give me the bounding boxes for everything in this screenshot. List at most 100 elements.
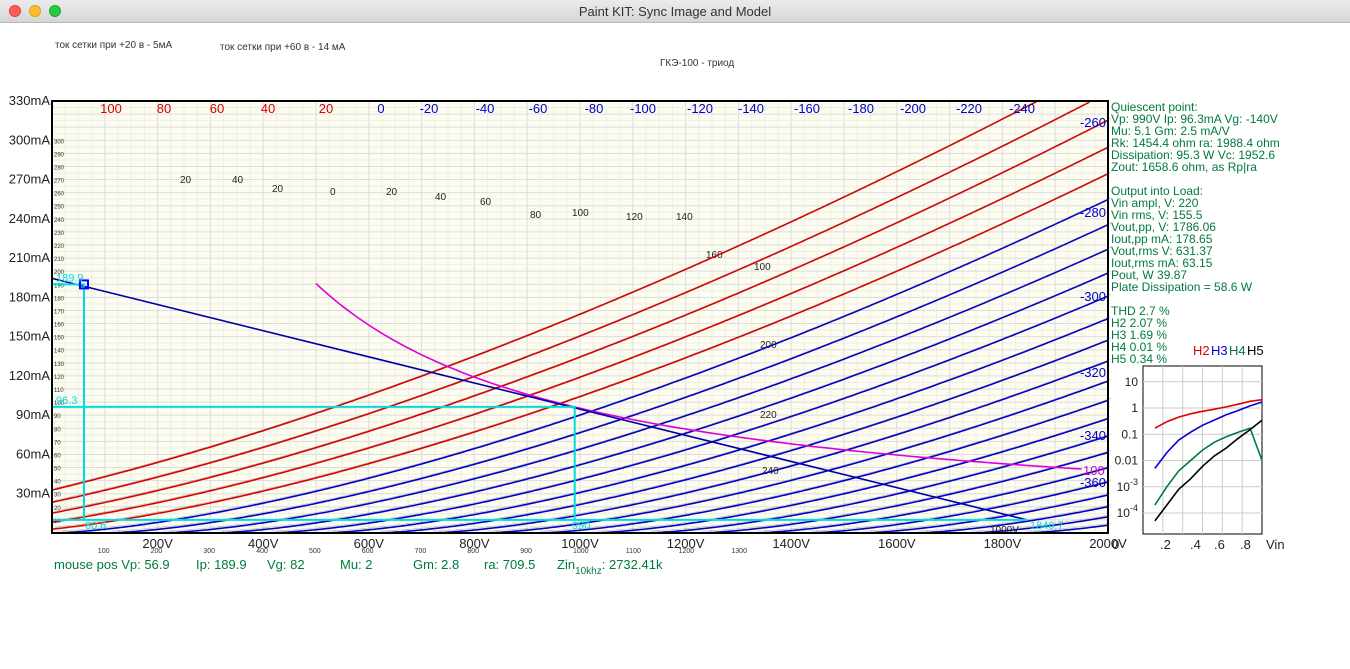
harmonics-x-tick: 0 [1112, 537, 1119, 552]
scan-vg-label: 20 [180, 175, 192, 186]
mouse-gm: Gm: 2.8 [413, 557, 459, 572]
scan-x-tick-label: 700 [415, 548, 427, 555]
x-tick-label: 200V [142, 536, 173, 551]
curve-label-negative: -320 [1080, 365, 1106, 380]
curve-label-negative: -100 [630, 101, 656, 116]
scan-x-tick-label: 500 [309, 548, 321, 555]
scan-vg-label: 40 [232, 175, 244, 186]
scan-x-tick-label: 100 [98, 548, 110, 555]
curve-label-negative: -360 [1080, 475, 1106, 490]
harmonics-y-tick: 0.01 [1115, 454, 1139, 468]
plate-characteristics-chart[interactable]: ток сетки при +20 в - 5мА ток сетки при … [0, 22, 1350, 669]
harmonics-x-tick: .2 [1160, 537, 1171, 552]
scan-y-tick-label: 160 [54, 323, 65, 329]
scan-y-tick-label: 150 [54, 336, 65, 342]
scan-y-tick-label: 120 [54, 375, 65, 381]
x-tick-label: 1600V [878, 536, 916, 551]
mouse-position-readout: mouse pos Vp: 56.9 Ip: 189.9 Vg: 82 Mu: … [54, 557, 663, 577]
scan-y-tick-label: 110 [54, 388, 64, 394]
x-tick-label: 400V [248, 536, 279, 551]
x-tick-label: 600V [354, 536, 385, 551]
harmonics-x-tick: .6 [1214, 537, 1225, 552]
y-tick-label: 90mA [16, 407, 50, 422]
mouse-zin: Zin10khz: 2732.41k [557, 557, 663, 577]
scan-y-tick-label: 80 [54, 427, 61, 433]
harmonic-legend-h3: H3 [1211, 343, 1228, 358]
mouse-zin-label: Zin [557, 557, 575, 572]
harmonics-y-tick: 10 [1125, 375, 1139, 389]
scan-y-tick-label: 130 [54, 362, 65, 368]
y-tick-label: 210mA [9, 250, 51, 265]
y-tick-label: 300mA [9, 132, 51, 147]
info-panel: Quiescent point:Vp: 990V Ip: 96.3mA Vg: … [1111, 100, 1280, 366]
grid-current-note-1: ток сетки при +20 в - 5мА [55, 40, 172, 51]
scan-y-tick-label: 40 [54, 480, 61, 486]
scan-x-tick-label: 300 [203, 548, 215, 555]
scan-x-tick-label: 900 [520, 548, 532, 555]
scan-x-tick-label: 1300 [731, 548, 747, 555]
cursor-label-ip2: 96.3 [56, 395, 77, 407]
scan-y-tick-label: 290 [54, 152, 65, 158]
tube-name: ГКЭ-100 - триод [660, 58, 734, 69]
curve-label-negative: -140 [738, 101, 764, 116]
harmonics-y-tick: 0.1 [1121, 427, 1138, 441]
y-tick-label: 180mA [9, 289, 51, 304]
scan-y-tick-label: 60 [54, 453, 61, 459]
curve-label-negative: -220 [956, 101, 982, 116]
scan-y-tick-label: 300 [54, 139, 65, 145]
harmonics-chart: H2 H3 H4 H5 10 1 0.1 0.01 10-3 10-4 0 .2 .4 .6 .8 Vin [1112, 343, 1285, 552]
y-tick-label: 270mA [9, 172, 51, 187]
cursor-label-vp1: 60.6 [85, 520, 106, 532]
scan-y-tick-label: 50 [54, 467, 61, 473]
scan-y-tick-label: 170 [54, 309, 65, 315]
y-tick-label: 30mA [16, 486, 50, 501]
curve-label-negative: -300 [1080, 289, 1106, 304]
scan-x-tick-label: 1100 [626, 548, 641, 555]
harmonics-y-tick: 10-4 [1117, 503, 1138, 520]
scan-y-tick-label: 230 [54, 231, 65, 237]
y-tick-label: 60mA [16, 446, 50, 461]
cursor-label-ip: 189.9 [56, 272, 84, 284]
scan-y-tick-label: 30 [54, 493, 61, 499]
mouse-vp: mouse pos Vp: 56.9 [54, 557, 170, 572]
scan-y-tick-label: 270 [54, 179, 65, 185]
scan-y-tick-label: 220 [54, 244, 65, 250]
harmonic-legend-h2: H2 [1193, 343, 1210, 358]
scan-y-tick-label: 280 [54, 165, 65, 171]
curve-label-negative: -40 [476, 101, 495, 116]
curve-label-positive: 80 [157, 101, 171, 116]
scan-y-tick-label: 210 [54, 257, 65, 263]
harmonics-x-tick: .4 [1190, 537, 1201, 552]
scan-y-tick-label: 140 [54, 349, 65, 355]
curve-label-negative: -200 [900, 101, 926, 116]
curve-label-negative: -260 [1080, 115, 1106, 130]
scan-vg-label: 220 [760, 410, 777, 421]
curve-label-negative: -280 [1080, 205, 1106, 220]
info-line-thd: H5 0.34 % [1111, 352, 1167, 366]
curve-label-positive: 100 [100, 101, 122, 116]
y-tick-label: 330mA [9, 93, 51, 108]
harmonic-legend-h5: H5 [1247, 343, 1264, 358]
curve-label-negative: -160 [794, 101, 820, 116]
harmonic-legend-h4: H4 [1229, 343, 1246, 358]
scan-y-tick-label: 180 [54, 296, 65, 302]
x-tick-label: 2000V [1089, 536, 1127, 551]
scan-y-tick-label: 250 [54, 205, 65, 211]
y-tick-label: 120mA [9, 368, 51, 383]
x-tick-label: 1000V [561, 536, 599, 551]
mouse-mu: Mu: 2 [340, 557, 373, 572]
x-tick-label: 1400V [772, 536, 810, 551]
scan-y-tick-label: 90 [54, 414, 61, 420]
window-titlebar: Paint KIT: Sync Image and Model [0, 0, 1350, 23]
curve-label-negative: -80 [585, 101, 604, 116]
scan-vg-label: 0 [330, 187, 336, 198]
curve-label-negative: -240 [1009, 101, 1035, 116]
cursor-label-1000v: 1000V [990, 525, 1019, 536]
curve-label-positive: 20 [319, 101, 333, 116]
curve-label-negative: -340 [1080, 428, 1106, 443]
harmonics-y-tick: 1 [1131, 401, 1138, 415]
harmonics-x-tick: Vin [1266, 537, 1285, 552]
curve-label-negative: -120 [687, 101, 713, 116]
scan-vg-label: 120 [626, 212, 643, 223]
info-line-output: Plate Dissipation = 58.6 W [1111, 280, 1253, 294]
